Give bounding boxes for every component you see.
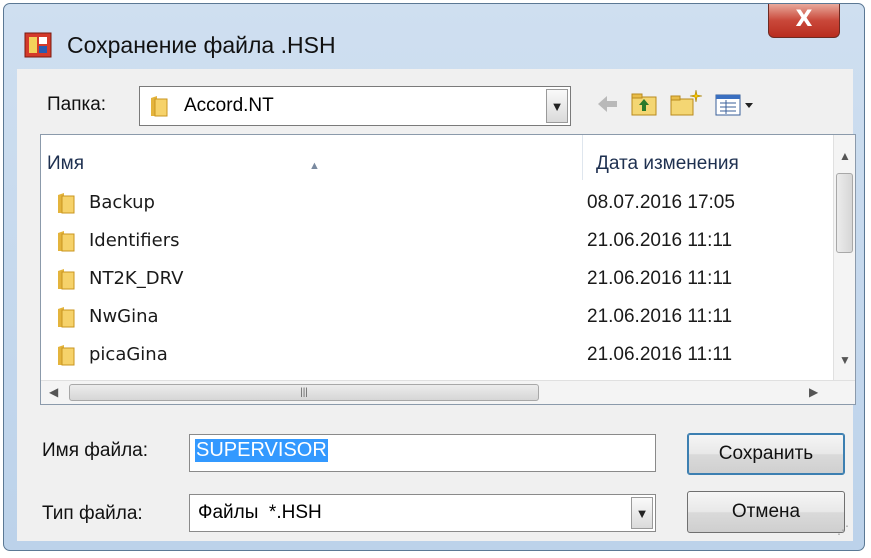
look-in-dropdown-arrow[interactable]: ▼ xyxy=(546,89,568,123)
filename-value: SUPERVISOR xyxy=(195,439,328,462)
filetype-select[interactable]: Файлы *.HSH ▼ xyxy=(189,494,656,532)
app-icon xyxy=(24,32,52,58)
horizontal-scroll-thumb[interactable]: ||| xyxy=(69,384,539,401)
list-item[interactable]: NwGina 21.06.2016 11:11 xyxy=(53,298,833,336)
dialog-client-area: Папка: Accord.NT ▼ Имя ▲ Дата изменения … xyxy=(17,69,856,541)
file-date: 21.06.2016 11:11 xyxy=(587,230,733,251)
column-header-name[interactable]: Имя ▲ xyxy=(41,135,583,180)
resize-grip-icon[interactable]: ⋰ xyxy=(837,523,849,537)
window-title: Сохранение файла .HSH xyxy=(67,32,336,58)
scroll-up-icon[interactable]: ▲ xyxy=(839,149,851,163)
vertical-scrollbar[interactable]: ▲ ▼ xyxy=(833,135,855,380)
folder-icon xyxy=(58,231,75,252)
look-in-value: Accord.NT xyxy=(184,95,274,116)
filetype-value: Файлы *.HSH xyxy=(198,502,322,523)
file-date: 21.06.2016 11:11 xyxy=(587,344,733,365)
column-header-date-label: Дата изменения xyxy=(596,153,739,174)
file-name: Identifiers xyxy=(89,230,180,251)
column-header-name-label: Имя xyxy=(47,153,85,174)
list-item[interactable]: Identifiers 21.06.2016 11:11 xyxy=(53,222,833,260)
folder-icon xyxy=(58,307,75,328)
up-folder-icon[interactable] xyxy=(629,87,659,121)
folder-icon xyxy=(58,345,75,366)
back-arrow-icon[interactable] xyxy=(594,87,620,121)
new-folder-icon[interactable] xyxy=(669,87,703,121)
close-button[interactable]: X xyxy=(768,4,840,38)
list-item[interactable]: picaGina 21.06.2016 11:11 xyxy=(53,336,833,374)
horizontal-scrollbar[interactable]: ◀ ||| ▶ xyxy=(41,380,855,404)
folder-icon xyxy=(58,269,75,290)
scroll-down-icon[interactable]: ▼ xyxy=(839,353,851,367)
filename-input[interactable]: SUPERVISOR xyxy=(189,434,656,472)
filename-label: Имя файла: xyxy=(42,440,149,461)
view-menu-icon[interactable] xyxy=(714,87,758,121)
file-name: NT2K_DRV xyxy=(89,268,184,289)
file-date: 21.06.2016 11:11 xyxy=(587,268,733,289)
folder-icon xyxy=(151,96,168,117)
save-button[interactable]: Сохранить xyxy=(687,433,845,475)
cancel-button[interactable]: Отмена xyxy=(687,491,845,533)
list-item[interactable]: Backup 08.07.2016 17:05 xyxy=(53,184,833,222)
file-name: picaGina xyxy=(89,344,168,365)
file-name: Backup xyxy=(89,192,155,213)
title-bar[interactable]: Сохранение файла .HSH X xyxy=(4,4,864,74)
filetype-label: Тип файла: xyxy=(42,503,143,524)
scroll-left-icon[interactable]: ◀ xyxy=(49,385,58,399)
column-header-date[interactable]: Дата изменения xyxy=(586,135,834,180)
filetype-dropdown-arrow[interactable]: ▼ xyxy=(631,497,653,529)
file-list[interactable]: Имя ▲ Дата изменения Backup 08.07.2016 1… xyxy=(40,134,856,405)
vertical-scroll-thumb[interactable] xyxy=(836,173,853,253)
file-date: 08.07.2016 17:05 xyxy=(587,192,735,213)
file-name: NwGina xyxy=(89,306,159,327)
list-item[interactable]: NT2K_DRV 21.06.2016 11:11 xyxy=(53,260,833,298)
file-date: 21.06.2016 11:11 xyxy=(587,306,733,327)
look-in-combo[interactable]: Accord.NT ▼ xyxy=(139,86,571,126)
folder-icon xyxy=(58,193,75,214)
save-dialog: Сохранение файла .HSH X Папка: Accord.NT… xyxy=(3,3,865,551)
look-in-label: Папка: xyxy=(47,94,107,115)
scroll-right-icon[interactable]: ▶ xyxy=(809,385,818,399)
